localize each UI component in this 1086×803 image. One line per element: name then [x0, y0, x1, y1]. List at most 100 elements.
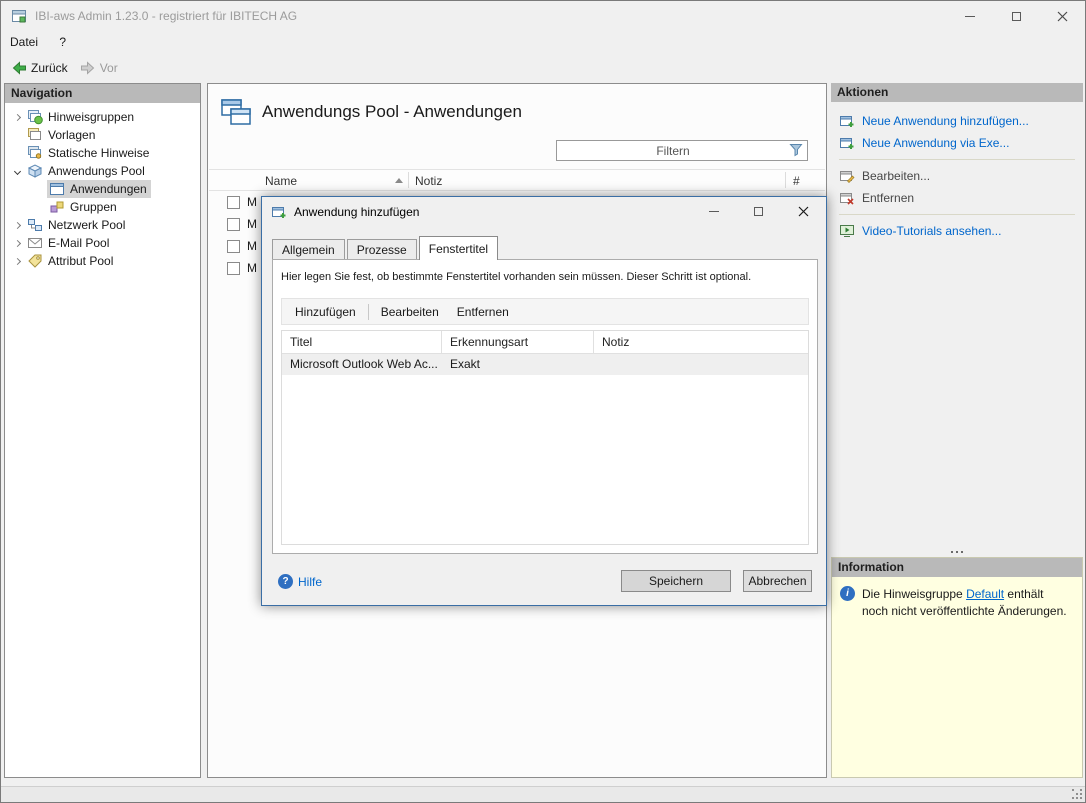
row-checkbox[interactable]	[227, 239, 240, 253]
column-header-titel[interactable]: Titel	[282, 331, 442, 353]
remove-button[interactable]: Entfernen	[448, 301, 518, 323]
chevron-right-icon[interactable]	[9, 239, 25, 247]
cell-erkennungsart: Exakt	[450, 357, 481, 371]
row-checkbox[interactable]	[227, 261, 240, 275]
navigation-panel: Navigation Hinweisgruppen Vorlagen Stati…	[4, 83, 201, 778]
panel-splitter[interactable]	[831, 546, 1083, 557]
row-checkbox[interactable]	[227, 195, 240, 209]
close-icon	[1057, 11, 1067, 21]
column-header-hash[interactable]: #	[793, 174, 800, 188]
chevron-down-icon[interactable]	[9, 167, 25, 175]
toolbar-separator	[367, 303, 369, 320]
gruppen-icon	[50, 201, 64, 213]
nav-item-gruppen[interactable]: Gruppen	[5, 198, 200, 216]
table-header-row: Titel Erkennungsart Notiz	[282, 331, 808, 354]
video-tutorials-icon	[840, 225, 854, 237]
nav-item-label: Anwendungs Pool	[48, 164, 145, 178]
column-header-notiz[interactable]: Notiz	[415, 174, 442, 188]
nav-item-label: Statische Hinweise	[48, 146, 150, 160]
action-new-application-via-exe[interactable]: Neue Anwendung via Exe...	[831, 132, 1083, 154]
dialog-close-button[interactable]	[781, 197, 826, 225]
tab-description: Hier legen Sie fest, ob bestimmte Fenste…	[281, 271, 752, 283]
row-name: M	[247, 261, 257, 275]
help-link[interactable]: ? Hilfe	[278, 574, 322, 589]
nav-item-label: Attribut Pool	[48, 254, 114, 268]
nav-item-label: Vorlagen	[48, 128, 96, 142]
column-header-name[interactable]: Name	[265, 174, 297, 188]
tab-prozesse[interactable]: Prozesse	[346, 239, 417, 259]
nav-item-label: Anwendungen	[70, 182, 147, 196]
forward-button[interactable]: Vor	[78, 58, 124, 78]
dialog-minimize-button[interactable]	[691, 197, 736, 225]
table-row[interactable]: Microsoft Outlook Web Ac... Exakt	[282, 354, 808, 375]
dialog-title: Anwendung hinzufügen	[294, 205, 420, 219]
action-remove[interactable]: Entfernen	[831, 187, 1083, 209]
minimize-button[interactable]	[947, 1, 993, 31]
column-header-notiz[interactable]: Notiz	[594, 331, 808, 353]
action-label: Video-Tutorials ansehen...	[862, 224, 1002, 238]
chevron-right-icon[interactable]	[9, 257, 25, 265]
nav-item-label: Gruppen	[70, 200, 117, 214]
menu-help[interactable]: ?	[50, 31, 75, 53]
information-panel: Information i Die Hinweisgruppe Default …	[831, 557, 1083, 778]
hinweisgruppen-icon	[28, 110, 43, 125]
resize-grip[interactable]	[1071, 788, 1082, 799]
window-title: IBI-aws Admin 1.23.0 - registriert für I…	[35, 9, 298, 23]
tab-allgemein[interactable]: Allgemein	[272, 239, 345, 259]
maximize-button[interactable]	[993, 1, 1039, 31]
back-arrow-icon	[12, 60, 26, 75]
default-group-link[interactable]: Default	[966, 587, 1004, 601]
nav-item-anwendungen[interactable]: Anwendungen	[5, 180, 200, 198]
action-new-application[interactable]: Neue Anwendung hinzufügen...	[831, 110, 1083, 132]
email-pool-icon	[28, 238, 42, 248]
action-label: Neue Anwendung hinzufügen...	[862, 114, 1029, 128]
close-button[interactable]	[1039, 1, 1085, 31]
nav-item-netzwerk-pool[interactable]: Netzwerk Pool	[5, 216, 200, 234]
nav-item-anwendungs-pool[interactable]: Anwendungs Pool	[5, 162, 200, 180]
nav-item-attribut-pool[interactable]: Attribut Pool	[5, 252, 200, 270]
anwendungs-pool-icon	[27, 164, 43, 178]
page-title: Anwendungs Pool - Anwendungen	[262, 102, 522, 121]
filter-icon	[789, 143, 803, 157]
nav-item-label: Hinweisgruppen	[48, 110, 135, 124]
nav-toolbar: Zurück Vor	[1, 55, 1085, 80]
add-button[interactable]: Hinzufügen	[286, 301, 365, 323]
chevron-right-icon[interactable]	[9, 113, 25, 121]
forward-label: Vor	[99, 60, 118, 75]
action-label: Bearbeiten...	[862, 169, 931, 183]
menu-datei[interactable]: Datei	[1, 31, 47, 53]
chevron-right-icon[interactable]	[9, 221, 25, 229]
row-checkbox[interactable]	[227, 217, 240, 231]
nav-item-email-pool[interactable]: E-Mail Pool	[5, 234, 200, 252]
maximize-icon	[754, 206, 763, 216]
cell-titel: Microsoft Outlook Web Ac...	[290, 357, 438, 371]
nav-item-statische-hinweise[interactable]: Statische Hinweise	[5, 144, 200, 162]
fenstertitel-tab-page: Hier legen Sie fest, ob bestimmte Fenste…	[272, 259, 818, 554]
nav-item-vorlagen[interactable]: Vorlagen	[5, 126, 200, 144]
back-button[interactable]: Zurück	[9, 58, 74, 78]
information-text: Die Hinweisgruppe Default enthält noch n…	[862, 586, 1072, 620]
edit-button[interactable]: Bearbeiten	[372, 301, 448, 323]
separator	[839, 214, 1075, 215]
filter-input[interactable]	[556, 140, 808, 161]
attribut-pool-icon	[28, 254, 42, 268]
cancel-button[interactable]: Abbrechen	[743, 570, 812, 592]
tab-fenstertitel[interactable]: Fenstertitel	[418, 236, 499, 260]
column-header-erkennungsart[interactable]: Erkennungsart	[442, 331, 594, 353]
action-edit[interactable]: Bearbeiten...	[831, 165, 1083, 187]
action-video-tutorials[interactable]: Video-Tutorials ansehen...	[831, 220, 1083, 242]
splitter-dots-icon	[956, 550, 958, 553]
statische-hinweise-icon	[28, 146, 42, 159]
action-label: Neue Anwendung via Exe...	[862, 136, 1010, 150]
column-separator	[408, 172, 409, 188]
filter-box	[556, 140, 808, 161]
nav-item-hinweisgruppen[interactable]: Hinweisgruppen	[5, 108, 200, 126]
dialog-maximize-button[interactable]	[736, 197, 781, 225]
add-application-dialog: Anwendung hinzufügen Allgemein Prozesse …	[261, 196, 827, 606]
statusbar	[1, 786, 1085, 802]
netzwerk-pool-icon	[28, 219, 42, 231]
app-window: IBI-aws Admin 1.23.0 - registriert für I…	[0, 0, 1086, 803]
save-button[interactable]: Speichern	[621, 570, 731, 592]
forward-arrow-icon	[80, 60, 94, 75]
dialog-toolbar: Hinzufügen Bearbeiten Entfernen	[281, 298, 809, 325]
